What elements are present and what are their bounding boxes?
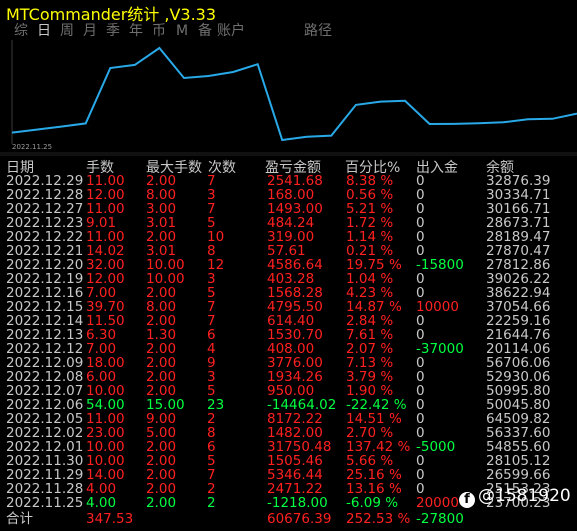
tab-weekly[interactable]: 周: [56, 22, 78, 40]
footer-lots: 347.53: [86, 511, 134, 527]
cell-max-lots: 2.00: [146, 495, 177, 511]
cell-pnl: -1218.00: [267, 495, 328, 511]
table-header: 日期 手数 最大手数 次数 盈亏金额 百分比% 出入金 余额: [0, 157, 577, 176]
watermark-text: @1581920: [478, 486, 571, 506]
tab-monthly[interactable]: 月: [79, 22, 101, 40]
footer-label: 合计: [6, 511, 33, 527]
tab-m[interactable]: M: [171, 22, 193, 40]
balance-series-line: [11, 46, 577, 142]
tab-daily[interactable]: 日: [33, 22, 55, 40]
tab-yearly[interactable]: 年: [125, 22, 147, 40]
cell-count: 2: [207, 495, 216, 511]
tab-quarterly[interactable]: 季: [102, 22, 124, 40]
cell-date: 2022.11.25: [6, 495, 84, 511]
tab-account[interactable]: 账户: [216, 22, 246, 40]
balance-chart: 2022.11.25: [0, 40, 577, 152]
chart-start-date-label: 2022.11.25: [12, 143, 52, 151]
cell-pct: -6.09 %: [346, 495, 399, 511]
watermark: f @1581920: [459, 486, 571, 508]
divider: [0, 152, 577, 156]
title-bar: MTCommander统计 ,V3.33: [0, 0, 577, 24]
footer-flow: -27800: [416, 511, 464, 527]
tab-notes[interactable]: 备: [194, 22, 216, 40]
footer-pnl: 60676.39: [267, 511, 332, 527]
weibo-logo-icon: f: [459, 492, 475, 508]
cell-flow: 20000: [416, 495, 459, 511]
tab-currency[interactable]: 币: [148, 22, 170, 40]
tab-bar: 综 日 周 月 季 年 币 M 备 账户 路径: [0, 22, 577, 40]
footer-pct: 252.53 %: [346, 511, 411, 527]
tab-path[interactable]: 路径: [300, 22, 336, 40]
cell-lots: 4.00: [86, 495, 117, 511]
table-footer: 合计 347.53 60676.39 252.53 % -27800: [0, 511, 577, 531]
tab-summary[interactable]: 综: [10, 22, 32, 40]
balance-chart-svg: 2022.11.25: [11, 40, 577, 151]
